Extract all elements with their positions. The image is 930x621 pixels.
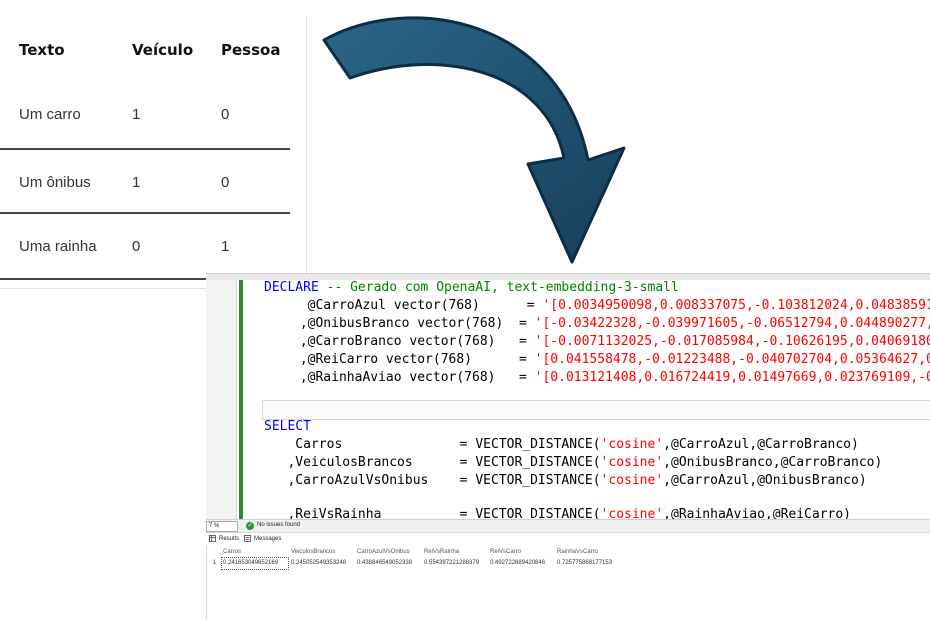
select-metric: 'cosine' (600, 437, 664, 452)
cell-pessoa: 0 (221, 174, 230, 191)
tab-results-label: Results (219, 535, 240, 542)
tab-results[interactable]: Results (209, 535, 239, 542)
code-line-select-col: ,CarroAzulVsOnibus = VECTOR_DISTANCE('co… (264, 472, 867, 490)
current-line-highlight (262, 400, 930, 420)
zoom-value: 7 % (209, 523, 220, 529)
grid-cell[interactable]: 0.554397221288379 (424, 560, 479, 566)
code-line-declare-var: ,@ReiCarro vector(768) = '[0.041558478,-… (292, 351, 930, 369)
select-args: ,@CarroAzul,@OnibusBranco) (663, 473, 867, 488)
messages-icon (244, 535, 251, 542)
code-line-declare-var: ,@OnibusBranco vector(768) = '[-0.034223… (292, 315, 930, 333)
tab-messages[interactable]: Messages (244, 535, 281, 542)
select-args: ,@OnibusBranco,@CarroBranco) (663, 455, 883, 470)
keyword-select: SELECT (264, 419, 311, 434)
column-header[interactable]: CarroAzulVsOnibus (357, 549, 410, 555)
select-metric: 'cosine' (600, 473, 664, 488)
change-tracking-bar (239, 280, 243, 524)
table-row: Uma rainha 0 1 (0, 214, 290, 280)
column-header[interactable]: ReiVsRainha (424, 549, 459, 555)
code-line-select: SELECT (264, 418, 311, 436)
code-line-select-col: ,VeiculosBrancos = VECTOR_DISTANCE('cosi… (264, 454, 882, 472)
header-pessoa: Pessoa (221, 41, 281, 59)
table-row: Um carro 1 0 (0, 82, 290, 150)
var-value: '[-0.03422328,-0.039971605,-0.06512794,0… (534, 316, 930, 331)
table-row: Um ônibus 1 0 (0, 150, 290, 214)
grid-left-border (206, 546, 207, 620)
cell-veiculo: 1 (132, 174, 141, 191)
editor-status-bar: 7 % ✓ No issues found (206, 519, 930, 533)
code-line-declare-var: ,@CarroBranco vector(768) = '[-0.0071132… (292, 333, 930, 351)
cell-pessoa: 0 (221, 106, 230, 123)
var-name: ,@RainhaAviao vector(768) = (292, 370, 535, 385)
var-value: '[0.013121408,0.016724419,0.01497669,0.0… (534, 370, 930, 385)
cell-texto: Uma rainha (19, 238, 97, 255)
code-line-declare-var: @CarroAzul vector(768) = '[0.0034950098,… (292, 297, 930, 315)
grid-cell[interactable]: 0.492722889420846 (490, 560, 545, 566)
vector-table: Texto Veículo Pessoa Um carro 1 0 Um ôni… (0, 16, 307, 289)
column-header[interactable]: VeiculosBrancos (291, 549, 335, 555)
column-header[interactable]: Carros (223, 549, 241, 555)
header-texto: Texto (19, 41, 65, 59)
line-number-margin (206, 280, 237, 524)
var-name: @CarroAzul vector(768) = (292, 298, 543, 313)
var-value: '[-0.0071132025,-0.017085984,-0.10626195… (534, 334, 930, 349)
cell-veiculo: 0 (132, 238, 141, 255)
var-name: ,@CarroBranco vector(768) = (292, 334, 535, 349)
var-value: '[0.041558478,-0.01223488,-0.040702704,0… (534, 352, 930, 367)
grid-cell[interactable]: 0.245052549353248 (291, 560, 346, 566)
code-line-declare-var: ,@RainhaAviao vector(768) = '[0.01312140… (292, 369, 930, 387)
tab-messages-label: Messages (254, 535, 282, 542)
code-comment: -- Gerado com OpenaAI, text-embedding-3-… (318, 280, 679, 295)
zoom-dropdown[interactable]: 7 % (206, 521, 238, 532)
keyword-declare: DECLARE (264, 280, 319, 295)
status-message: No issues found (257, 522, 301, 528)
cell-texto: Um carro (19, 106, 81, 123)
select-col: ,VeiculosBrancos = VECTOR_DISTANCE( (264, 455, 601, 470)
code-line-declare: DECLARE -- Gerado com OpenaAI, text-embe… (264, 279, 679, 297)
grid-icon (209, 535, 216, 542)
table-header: Texto Veículo Pessoa (0, 16, 290, 82)
cell-veiculo: 1 (132, 106, 141, 123)
select-col: ,CarroAzulVsOnibus = VECTOR_DISTANCE( (264, 473, 601, 488)
results-tab-strip: Results Messages (206, 533, 930, 546)
grid-cell[interactable]: 0.725775868177153 (557, 560, 612, 566)
select-args: ,@CarroAzul,@CarroBranco) (663, 437, 859, 452)
column-header[interactable]: RainhaVsCarro (557, 549, 598, 555)
grid-cell[interactable]: 0.438846549052338 (357, 560, 412, 566)
results-grid[interactable]: Carros VeiculosBrancos CarroAzulVsOnibus… (206, 546, 930, 620)
check-circle-icon: ✓ (246, 522, 254, 530)
var-value: '[0.0034950098,0.008337075,-0.103812024,… (542, 298, 930, 313)
header-veiculo: Veículo (132, 41, 194, 59)
row-number: 1 (213, 560, 217, 566)
cell-pessoa: 1 (221, 238, 230, 255)
curved-arrow-icon (322, 16, 626, 264)
var-name: ,@OnibusBranco vector(768) = (292, 316, 535, 331)
select-col: Carros = VECTOR_DISTANCE( (264, 437, 601, 452)
column-header[interactable]: ReiVsCarro (490, 549, 521, 555)
var-name: ,@ReiCarro vector(768) = (292, 352, 535, 367)
grid-cell[interactable]: 0.241653049652169 (223, 560, 278, 566)
code-line-select-col: Carros = VECTOR_DISTANCE('cosine',@Carro… (264, 436, 859, 454)
cell-texto: Um ônibus (19, 174, 91, 191)
select-metric: 'cosine' (600, 455, 664, 470)
